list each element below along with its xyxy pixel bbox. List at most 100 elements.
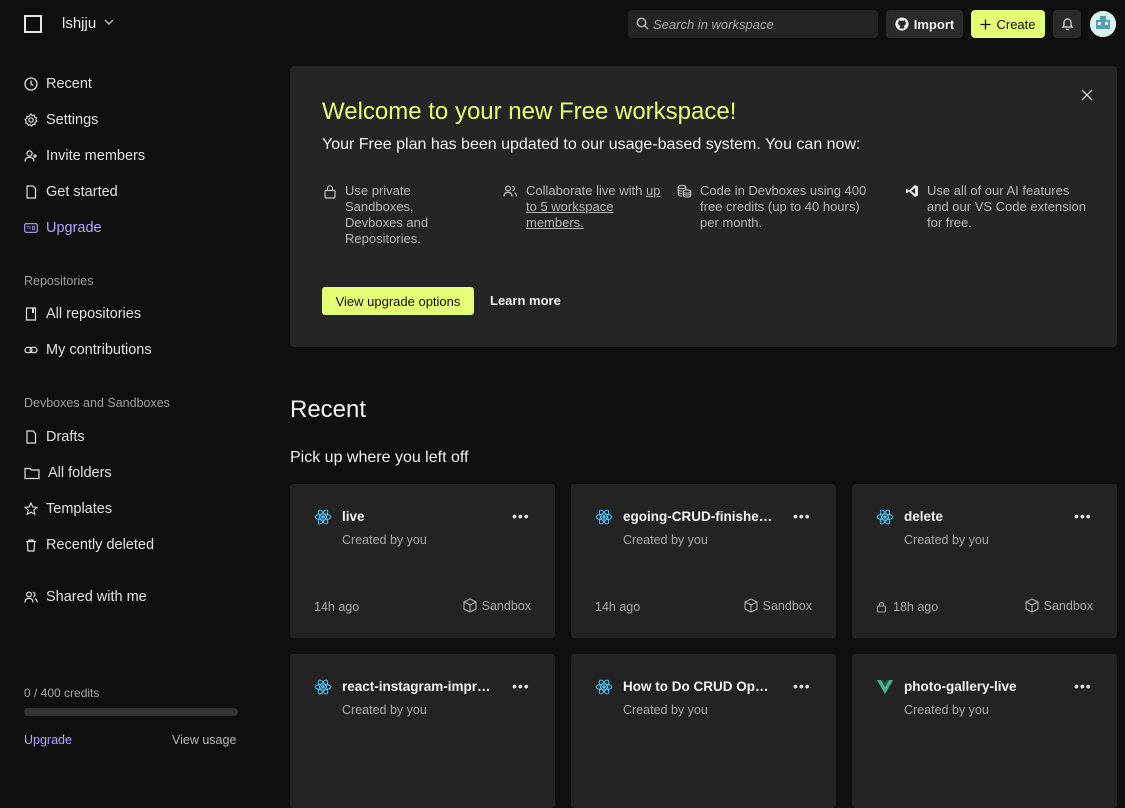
workspace-logo[interactable] (24, 15, 42, 33)
recent-card[interactable]: live ••• Created by you 14h ago Sandbox (290, 484, 555, 638)
card-framework-icon (314, 678, 332, 701)
sidebar-item-label: All folders (48, 465, 112, 481)
sidebar-item-label: Invite members (46, 148, 146, 164)
learn-more-button[interactable]: Learn more (490, 293, 561, 308)
card-creator: Created by you (904, 703, 989, 717)
sidebar-item-get-started[interactable]: Get started (24, 181, 118, 203)
sidebar-item-label: Recently deleted (46, 537, 155, 553)
recent-card[interactable]: delete ••• Created by you 18h ago Sandbox (852, 484, 1117, 638)
create-button[interactable]: Create (971, 10, 1045, 38)
more-options-button[interactable]: ••• (793, 678, 811, 694)
star-icon (24, 502, 38, 516)
sidebar-item-my-contributions[interactable]: My contributions (24, 339, 152, 361)
sidebar-item-all-folders[interactable]: All folders (24, 462, 112, 484)
card-type-text: Sandbox (1043, 598, 1093, 613)
recent-card[interactable]: photo-gallery-live ••• Created by you (852, 654, 1117, 808)
sidebar-item-upgrade[interactable]: Upgrade (24, 217, 102, 239)
coins-icon (677, 184, 692, 198)
create-label: Create (996, 16, 1036, 32)
react-icon (595, 509, 613, 525)
import-label: Import (913, 16, 955, 32)
sandbox-cube-icon (463, 598, 477, 613)
more-options-button[interactable]: ••• (512, 508, 530, 524)
more-options-button[interactable]: ••• (512, 678, 530, 694)
card-title: delete (904, 509, 944, 524)
sidebar-item-label: Get started (46, 184, 118, 200)
react-icon (595, 679, 613, 695)
sidebar-item-shared-with-me[interactable]: Shared with me (24, 586, 147, 608)
view-upgrade-options-button[interactable]: View upgrade options (322, 287, 474, 315)
document-icon (26, 430, 37, 444)
feature-private: Use private Sandboxes, Devboxes and Repo… (323, 183, 473, 247)
more-options-button[interactable]: ••• (793, 508, 811, 524)
gear-icon (24, 113, 38, 127)
recent-heading: Recent (290, 396, 367, 423)
sidebar-item-label: Templates (46, 501, 113, 517)
search-input[interactable] (653, 10, 868, 38)
search-box[interactable] (628, 10, 878, 38)
sidebar-item-drafts[interactable]: Drafts (24, 426, 85, 448)
card-creator: Created by you (623, 533, 708, 547)
feature-ai-vscode: Use all of our AI features and our VS Co… (905, 183, 1090, 231)
user-avatar[interactable] (1090, 11, 1116, 37)
close-icon[interactable] (1080, 88, 1094, 102)
card-title: egoing-CRUD-finished-v... (623, 509, 773, 524)
bell-icon (1061, 18, 1073, 31)
sidebar-item-invite-members[interactable]: Invite members (24, 145, 145, 167)
card-framework-icon (876, 678, 894, 701)
workspace-name[interactable]: lshjju (62, 15, 96, 32)
sidebar-item-settings[interactable]: Settings (24, 109, 98, 131)
card-type: Sandbox (1025, 598, 1093, 613)
trash-icon (26, 539, 36, 552)
more-options-button[interactable]: ••• (1074, 678, 1092, 694)
users-icon (24, 591, 38, 603)
card-type: Sandbox (463, 598, 531, 613)
more-options-button[interactable]: ••• (1074, 508, 1092, 524)
repository-icon (25, 307, 37, 321)
lock-icon (324, 185, 336, 199)
pro-badge-icon (24, 223, 38, 233)
sidebar-item-label: All repositories (46, 306, 142, 322)
notifications-button[interactable] (1053, 10, 1081, 38)
clock-icon (24, 77, 38, 91)
card-framework-icon (595, 678, 613, 701)
card-time: 14h ago (595, 600, 640, 614)
sidebar-item-templates[interactable]: Templates (24, 498, 112, 520)
card-creator: Created by you (904, 533, 989, 547)
card-type-text: Sandbox (481, 598, 531, 613)
sidebar-item-recent[interactable]: Recent (24, 73, 92, 95)
card-type-text: Sandbox (762, 598, 812, 613)
card-title: How to Do CRUD Operat... (623, 679, 773, 694)
sidebar-item-recently-deleted[interactable]: Recently deleted (24, 534, 154, 556)
feature-collaborate: Collaborate live with up to 5 workspace … (503, 183, 663, 231)
recent-card[interactable]: egoing-CRUD-finished-v... ••• Created by y… (571, 484, 836, 638)
card-title: live (342, 509, 365, 524)
feature-text: Collaborate live with up to 5 workspace … (526, 183, 663, 231)
sidebar-item-label: Settings (46, 112, 99, 128)
card-time-text: 14h ago (595, 600, 641, 614)
recent-card[interactable]: How to Do CRUD Operat... ••• Created by yo… (571, 654, 836, 808)
search-icon (636, 17, 649, 30)
card-title: react-instagram-improv... (342, 679, 492, 694)
document-icon (26, 185, 37, 199)
react-icon (876, 509, 894, 525)
card-time-text: 14h ago (314, 600, 360, 614)
feature-text-before: Collaborate live with (526, 183, 646, 198)
card-framework-icon (595, 508, 613, 531)
card-time: 18h ago (876, 600, 938, 614)
sidebar-item-label: Shared with me (46, 589, 147, 605)
credits-label: 0 / 400 credits (24, 686, 100, 700)
upgrade-link[interactable]: Upgrade (24, 733, 72, 747)
recent-subheading: Pick up where you left off (290, 449, 469, 466)
sidebar-item-label: My contributions (46, 342, 152, 358)
react-icon (314, 679, 332, 695)
view-usage-link[interactable]: View usage (172, 733, 236, 747)
sidebar-item-all-repositories[interactable]: All repositories (24, 303, 141, 325)
feature-text: Use all of our AI features and our VS Co… (927, 183, 1086, 230)
chevron-down-icon[interactable] (104, 17, 114, 27)
sandbox-cube-icon (1025, 598, 1039, 613)
banner-subtitle: Your Free plan has been updated to our u… (322, 136, 861, 153)
recent-card[interactable]: react-instagram-improv... ••• Created by y… (290, 654, 555, 808)
import-button[interactable]: Import (886, 10, 963, 38)
credits-progress-bar (24, 708, 238, 716)
